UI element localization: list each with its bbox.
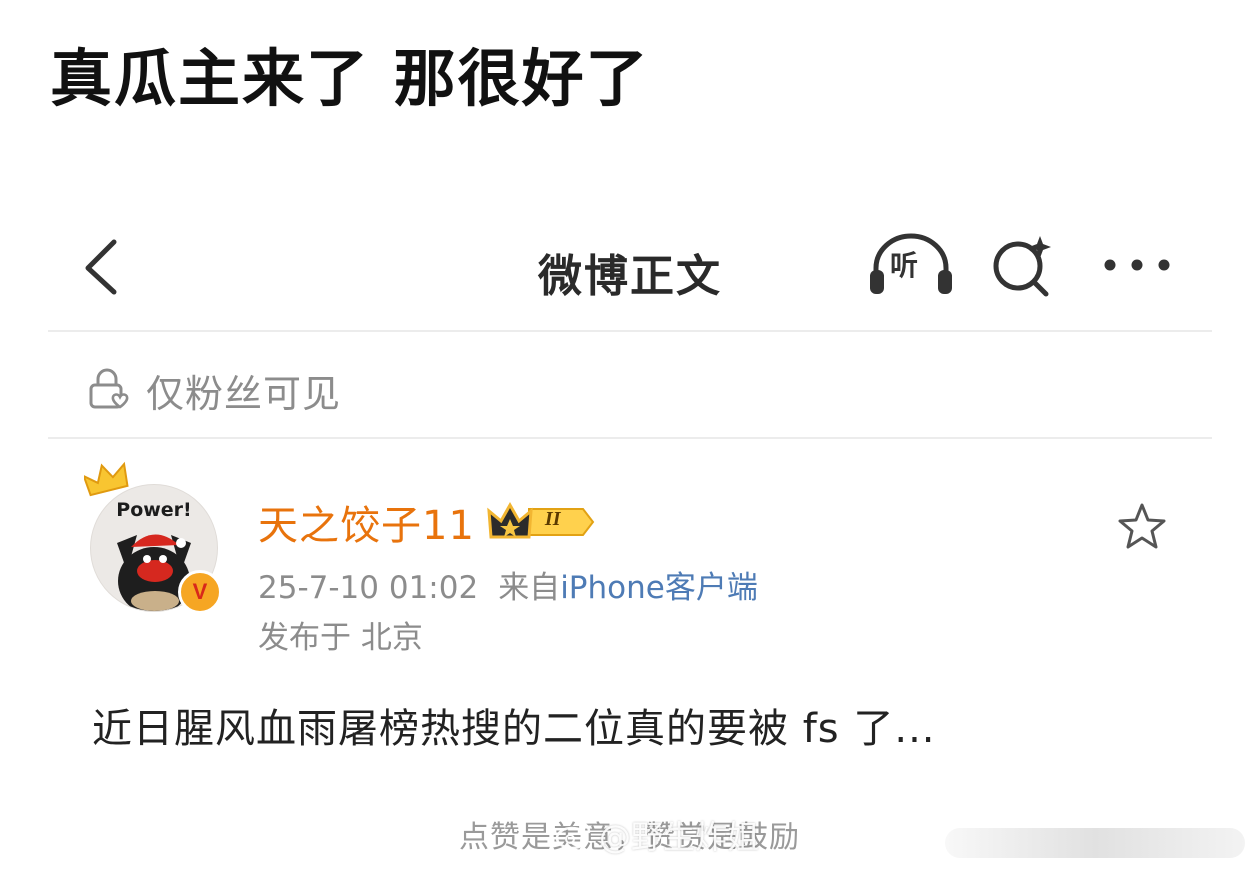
source-link[interactable]: iPhone客户端: [560, 570, 758, 606]
post-meta: 25-7-10 01:02 来自iPhone客户端: [258, 562, 758, 607]
navbar: 微博正文 听: [48, 210, 1212, 330]
more-dots-icon: [1104, 259, 1170, 271]
post-timestamp: 25-7-10 01:02: [258, 570, 479, 606]
search-button[interactable]: [988, 230, 1058, 300]
post-content: 近日腥风血雨屠榜热搜的二位真的要被 fs 了...: [92, 706, 936, 752]
verified-v-icon: V: [192, 579, 208, 604]
avatar[interactable]: Power! V: [84, 460, 224, 614]
username[interactable]: 天之饺子11: [258, 493, 475, 551]
visibility-label: 仅粉丝可见: [146, 371, 342, 416]
level-label: II: [544, 508, 561, 530]
caption-title: 真瓜主来了 那很好了: [50, 42, 650, 115]
crown-level-icon: [487, 501, 595, 539]
listen-button[interactable]: 听: [866, 230, 956, 300]
crown-icon: [84, 461, 129, 497]
watermark: @野生炸姐: [555, 812, 759, 858]
star-icon: [1118, 503, 1166, 549]
more-button[interactable]: [1100, 230, 1174, 300]
post-location: 发布于 北京: [258, 620, 423, 656]
favorite-button[interactable]: [1114, 500, 1170, 556]
watermark-text: @野生炸姐: [599, 818, 760, 856]
listen-label: 听: [890, 249, 919, 282]
lock-heart-icon: [89, 368, 129, 409]
header-divider: [48, 330, 1212, 332]
weibo-logo-icon: [555, 822, 591, 850]
section-divider: [48, 437, 1212, 439]
verified-badge: V: [178, 570, 222, 614]
level-badge[interactable]: II: [487, 499, 599, 545]
search-sparkle-icon: [993, 236, 1051, 297]
username-row: 天之饺子11 II: [258, 494, 599, 550]
blurred-bar: [945, 828, 1245, 858]
source-prefix: 来自: [498, 570, 561, 606]
visibility-row: 仅粉丝可见: [86, 362, 341, 418]
